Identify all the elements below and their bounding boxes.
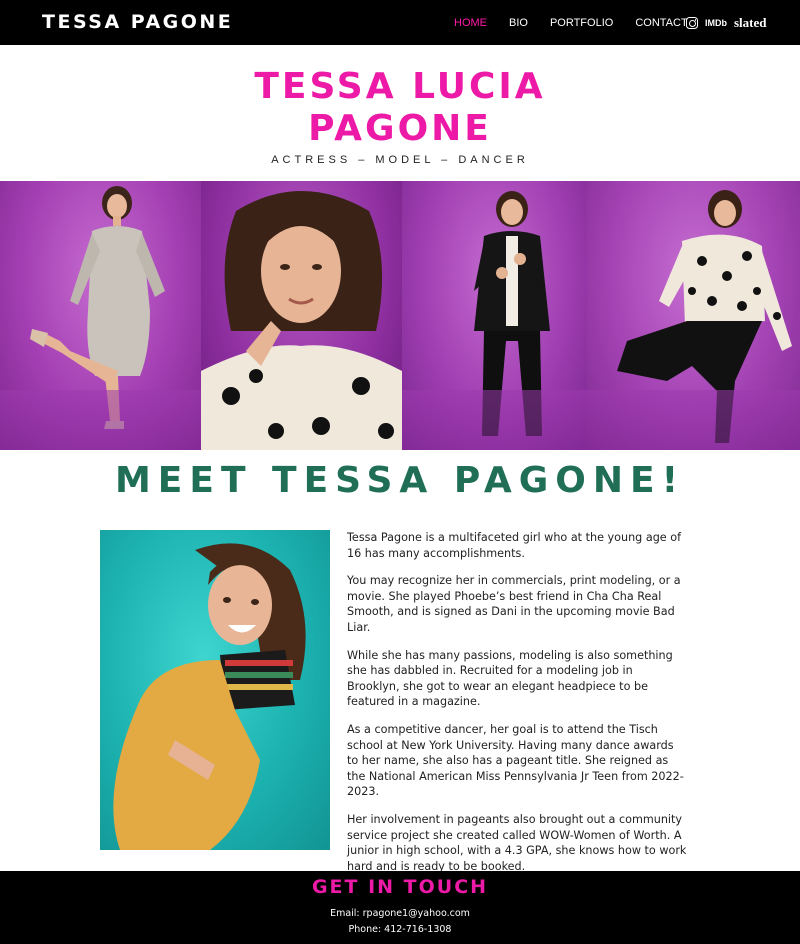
- photo-gallery: [0, 181, 800, 450]
- hero-title-line2: PAGONE: [308, 108, 492, 149]
- hero-subtitle: ACTRESS – MODEL – DANCER: [271, 154, 529, 166]
- bio-photo: [100, 530, 330, 850]
- meet-heading: MEET TESSA PAGONE!: [114, 460, 686, 501]
- bio-paragraph-3: While she has many passions, modeling is…: [347, 648, 673, 709]
- nav-bio[interactable]: BIO: [509, 17, 528, 29]
- contact-footer: GET IN TOUCH Email: rpagone1@yahoo.com P…: [0, 871, 800, 944]
- hero-title: TESSA LUCIA PAGONE: [0, 66, 800, 150]
- headshot-photo: [201, 181, 402, 450]
- bio-paragraph-5: Her involvement in pageants also brought…: [347, 812, 687, 873]
- hero-title-line1: TESSA LUCIA: [254, 66, 546, 107]
- main-nav: HOME BIO PORTFOLIO CONTACT: [454, 17, 710, 29]
- nav-portfolio[interactable]: PORTFOLIO: [550, 17, 613, 29]
- contact-email[interactable]: Email: rpagone1@yahoo.com: [0, 908, 800, 919]
- nav-contact[interactable]: CONTACT: [635, 17, 687, 29]
- bio-paragraph-2: You may recognize her in commercials, pr…: [347, 574, 681, 634]
- nav-home[interactable]: HOME: [454, 17, 487, 29]
- slated-icon[interactable]: slated: [734, 15, 767, 31]
- imdb-icon[interactable]: IMDb: [705, 18, 727, 28]
- black-blazer-photo: [402, 181, 587, 450]
- top-nav-bar: TESSA PAGONE HOME BIO PORTFOLIO CONTACT …: [0, 0, 800, 45]
- bio-paragraph-1: Tessa Pagone is a multifaceted girl who …: [347, 531, 682, 560]
- contact-phone[interactable]: Phone: 412-716-1308: [0, 924, 800, 935]
- bio-text: Tessa Pagone is a multifaceted girl who …: [347, 530, 687, 886]
- bio-paragraph-4: As a competitive dancer, her goal is to …: [347, 722, 684, 799]
- footer-title: GET IN TOUCH: [311, 876, 489, 898]
- polka-dot-photo: [587, 181, 800, 450]
- social-links: IMDb slated: [686, 15, 767, 31]
- site-brand[interactable]: TESSA PAGONE: [42, 11, 233, 33]
- instagram-icon[interactable]: [686, 17, 698, 29]
- sequin-dress-photo: [0, 181, 201, 450]
